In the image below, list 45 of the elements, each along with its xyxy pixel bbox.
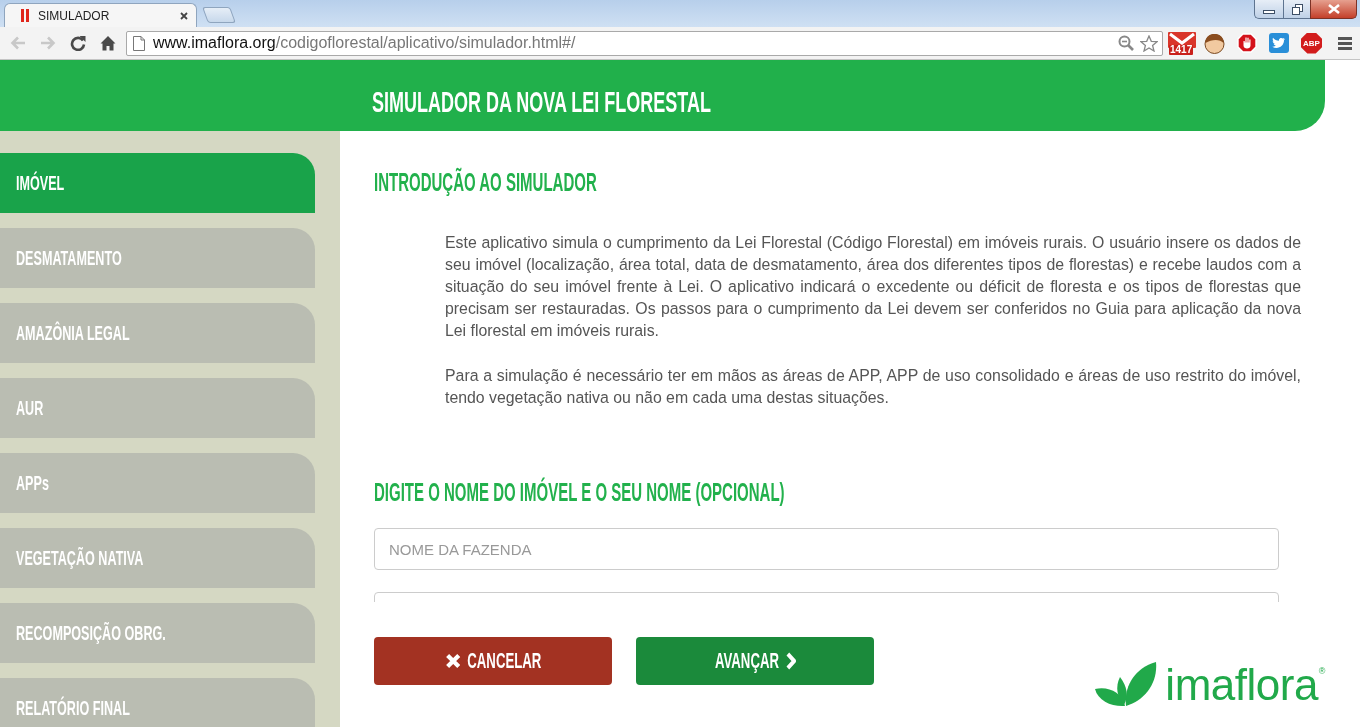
- sidebar-item[interactable]: AMAZÔNIA LEGAL: [0, 303, 315, 363]
- input-field[interactable]: NOME DA FAZENDA: [374, 528, 1279, 570]
- sidebar-item[interactable]: DESMATAMENTO: [0, 228, 315, 288]
- section-heading: DIGITE O NOME DO IMÓVEL E O SEU NOME (OPCIONAL): [374, 476, 785, 508]
- address-bar[interactable]: www.imaflora.org/codigoflorestal/aplicativo/simulador.html#/: [126, 30, 1163, 56]
- next-button[interactable]: AVANÇAR: [636, 637, 874, 685]
- leaves-icon: [1095, 661, 1158, 707]
- browser-tab[interactable]: SIMULADOR: [4, 3, 197, 27]
- close-window-button[interactable]: [1310, 0, 1357, 19]
- menu-button[interactable]: [1338, 36, 1352, 50]
- logo-wordmark: imaflora$^{®}$: [1165, 659, 1325, 707]
- arrow-left-icon: [10, 35, 26, 51]
- restore-icon: [1291, 3, 1303, 15]
- star-icon[interactable]: [1140, 34, 1158, 52]
- page-icon: [133, 35, 145, 51]
- sidebar-item[interactable]: IMÓVEL: [0, 153, 315, 213]
- bird-icon[interactable]: [1269, 33, 1289, 53]
- menu-icon: [1338, 36, 1352, 50]
- minimize-button[interactable]: [1254, 0, 1283, 19]
- unread-count: 1417: [1169, 45, 1194, 55]
- bars-icon: [21, 9, 29, 22]
- sidebar-item[interactable]: RECOMPOSIÇÃO OBRG.: [0, 603, 315, 663]
- stop-hand-icon[interactable]: [1237, 33, 1257, 53]
- arrow-right-icon: [40, 35, 56, 51]
- section-heading: INTRODUÇÃO AO SIMULADOR: [374, 167, 597, 198]
- close-icon[interactable]: [180, 11, 188, 20]
- cancel-button[interactable]: CANCELAR: [374, 637, 612, 685]
- magnifier-icon[interactable]: [1118, 35, 1134, 51]
- close-icon: [1326, 4, 1341, 14]
- sidebar-item[interactable]: VEGETAÇÃO NATIVA: [0, 528, 315, 588]
- sidebar-item[interactable]: AUR: [0, 378, 315, 438]
- minimize-icon: [1263, 9, 1275, 14]
- cross-icon: [444, 653, 462, 669]
- sidebar-item[interactable]: RELATÓRIO FINAL: [0, 678, 315, 727]
- intro-paragraph: Este aplicativo simula o cumprimento da Lei Florestal (Código Florestal) em imóveis rurais. O usuário insere os dados de seu imóvel (localização, área total, data de desmatamento, área dos diferentes tipos de florestas) e recebe laudos com a situação do seu imóvel frente à Lei. O aplicativo indicará o excedente ou déficit de floresta e os tipos de florestas que precisam ser restauradas. Os passos para o cumprimento da Lei devem ser conferidos no Guia para aplicação da nova Lei florestal em imóveis rurais.: [445, 233, 1301, 341]
- sidebar-item[interactable]: APPs: [0, 453, 315, 513]
- adblock-button[interactable]: ABP: [1301, 32, 1322, 54]
- url-text: www.imaflora.org/codigoflorestal/aplicativo/simulador.html#/: [153, 34, 576, 52]
- chevron-right-icon: [784, 652, 796, 670]
- page-title: SIMULADOR DA NOVA LEI FLORESTAL: [372, 83, 711, 120]
- reload-icon: [70, 35, 86, 51]
- intro-paragraph: Para a simulação é necessário ter em mãos as áreas de APP, APP de uso consolidado e áreas de uso restrito do imóvel, tendo vegetação nativa ou não em cada uma destas situações.: [445, 366, 1301, 408]
- restore-button[interactable]: [1283, 0, 1310, 19]
- home-icon: [100, 35, 116, 51]
- avatar-icon[interactable]: [1204, 32, 1225, 54]
